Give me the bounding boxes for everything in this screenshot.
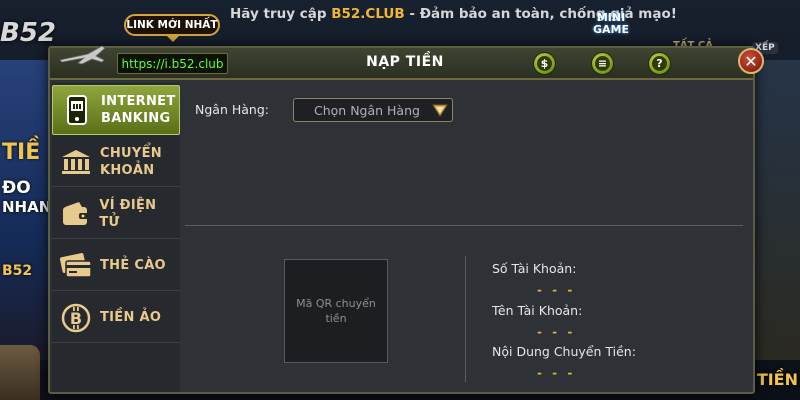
sidebar-label-line: INTERNET: [101, 94, 176, 109]
section-divider: [185, 225, 743, 226]
document-icon[interactable]: ≡: [591, 52, 614, 75]
transfer-content-label: Nội Dung Chuyển Tiền:: [492, 344, 636, 359]
sidebar-item-label: TIỀN ẢO: [100, 309, 161, 326]
sidebar-label-line: CHUYỂN: [100, 145, 162, 161]
sidebar-item-e-wallet[interactable]: VÍ ĐIỆN TỬ: [52, 189, 180, 239]
left-banner-text: B52: [2, 263, 33, 279]
left-banner-text: TIỀ: [2, 140, 41, 165]
sidebar-item-label: VÍ ĐIỆN TỬ: [99, 197, 180, 231]
sidebar-label-line: KHOẢN: [100, 162, 155, 178]
chevron-down-icon: [432, 104, 448, 117]
card-icon: [58, 250, 94, 282]
left-game-banner[interactable]: TIỀ ĐO NHAN B52: [0, 60, 52, 360]
phone-bank-icon: [59, 94, 95, 126]
sidebar-label-line: THẺ CÀO: [100, 258, 166, 273]
sidebar-item-label: INTERNET BANKING: [101, 93, 176, 127]
cash-icon[interactable]: $: [533, 52, 556, 75]
sidebar-item-crypto[interactable]: B TIỀN ẢO: [52, 293, 180, 343]
bank-select-dropdown[interactable]: Chọn Ngân Hàng: [293, 98, 453, 122]
dialog-title: NẠP TIỀN: [366, 54, 444, 70]
payment-method-sidebar: INTERNET BANKING CHUYỂN KHOẢN VÍ ĐIỆN TỬ…: [52, 83, 180, 392]
right-banner-text: TIỀN: [756, 370, 798, 389]
transfer-content-value: - - -: [537, 366, 576, 380]
bank-select-placeholder: Chọn Ngân Hàng: [314, 102, 420, 118]
left-banner-text: ĐO: [2, 178, 31, 198]
sidebar-item-scratch-card[interactable]: THẺ CÀO: [52, 241, 180, 291]
bank-building-icon: [58, 146, 94, 178]
latest-link-badge[interactable]: LINK MỚI NHẤT: [124, 14, 220, 42]
account-number-value: - - -: [537, 283, 576, 297]
deposit-dialog: https://i.b52.club NẠP TIỀN $ ≡ ? ✕ INTE…: [48, 45, 764, 394]
sidebar-item-label: CHUYỂN KHOẢN: [100, 145, 162, 179]
cash-icon-glyph: $: [537, 56, 552, 71]
account-name-label: Tên Tài Khoản:: [492, 303, 583, 318]
sidebar-label-line: BANKING: [101, 111, 171, 126]
banner-prefix: Hãy truy cập: [230, 6, 332, 22]
svg-text:B: B: [70, 309, 82, 328]
sidebar-label-line: VÍ ĐIỆN TỬ: [99, 197, 157, 230]
bitcoin-icon: B: [58, 302, 94, 334]
bank-label: Ngân Hàng:: [195, 102, 269, 117]
mini-game-button[interactable]: MINI GAME: [583, 12, 639, 46]
sidebar-item-internet-banking[interactable]: INTERNET BANKING: [52, 85, 180, 135]
player-avatar[interactable]: [0, 345, 40, 400]
help-icon[interactable]: ?: [648, 52, 671, 75]
sidebar-item-transfer[interactable]: CHUYỂN KHOẢN: [52, 137, 180, 187]
document-icon-glyph: ≡: [595, 56, 610, 71]
account-number-label: Số Tài Khoản:: [492, 261, 577, 276]
vertical-divider: [465, 256, 466, 382]
airplane-icon: [59, 45, 106, 65]
sidebar-label-line: TIỀN ẢO: [100, 310, 162, 325]
site-url[interactable]: https://i.b52.club: [117, 53, 228, 74]
account-name-value: - - -: [537, 325, 576, 339]
qr-code-placeholder: Mã QR chuyển tiền: [284, 259, 388, 363]
banner-domain: B52.CLUB: [331, 6, 405, 22]
right-game-banner[interactable]: TIỀN: [748, 60, 800, 389]
dialog-header: https://i.b52.club NẠP TIỀN $ ≡ ?: [50, 45, 753, 80]
help-icon-glyph: ?: [652, 56, 667, 71]
sidebar-item-label: THẺ CÀO: [100, 257, 166, 274]
wallet-icon: [58, 198, 93, 230]
close-button[interactable]: ✕: [738, 48, 764, 74]
site-logo: B52: [0, 18, 56, 48]
left-banner-text: NHAN: [2, 198, 52, 216]
deposit-form: Ngân Hàng: Chọn Ngân Hàng Mã QR chuyển t…: [185, 83, 753, 392]
